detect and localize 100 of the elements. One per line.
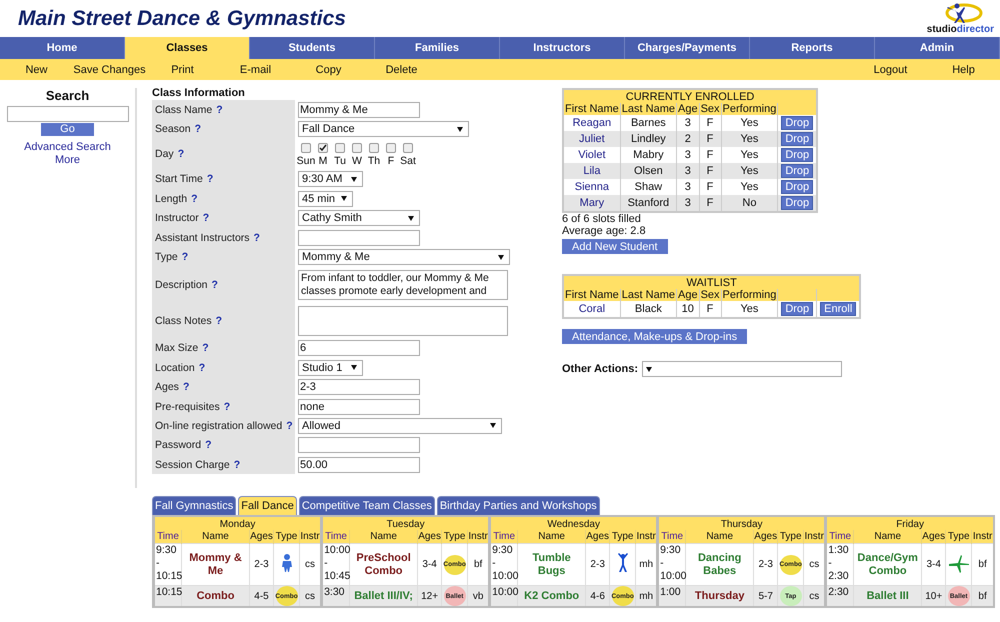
day-checkbox[interactable]: [369, 143, 379, 154]
class-ages: 3-4: [922, 544, 946, 586]
text-field[interactable]: 50.00: [298, 456, 420, 473]
toolbar-link[interactable]: Delete: [365, 64, 438, 76]
row-action-button[interactable]: Drop: [781, 164, 814, 178]
toolbar-link[interactable]: Logout: [854, 64, 927, 76]
dropdown-field[interactable]: Studio 1: [298, 360, 363, 376]
table-cell: 2: [676, 131, 700, 147]
go-button[interactable]: Go: [41, 123, 94, 136]
student-name-link[interactable]: Sienna: [563, 179, 620, 195]
toolbar-link[interactable]: Save Changes: [73, 64, 146, 76]
toddler-figure-icon: [280, 553, 294, 573]
day-checkbox[interactable]: [335, 143, 345, 154]
day-checkbox[interactable]: [301, 143, 311, 154]
text-field[interactable]: 6: [298, 340, 420, 356]
dropdown-field[interactable]: 45 min: [298, 190, 353, 207]
row-action-button[interactable]: Drop: [781, 196, 814, 210]
table-cell: 3: [676, 195, 700, 212]
other-actions-label: Other Actions:: [562, 363, 638, 375]
help-link[interactable]: ?: [254, 232, 260, 244]
class-name-link[interactable]: Mommy & Me: [182, 544, 250, 586]
day-checkbox[interactable]: [352, 143, 362, 154]
help-link[interactable]: ?: [206, 173, 214, 186]
toolbar-link[interactable]: E-mail: [219, 64, 292, 76]
season-tab[interactable]: Competitive Team Classes: [298, 496, 435, 515]
student-name-link[interactable]: Violet: [563, 147, 620, 163]
table-cell: 3: [676, 147, 700, 163]
textarea-field[interactable]: [298, 306, 508, 336]
dropdown-field[interactable]: Allowed: [298, 418, 502, 434]
text-field[interactable]: [298, 437, 420, 454]
class-name-link[interactable]: Dance/Gym Combo: [854, 544, 922, 586]
field-label: Session Charge: [155, 458, 230, 471]
class-instructor: bf: [972, 544, 994, 586]
dropdown-field[interactable]: 9:30 AM: [298, 171, 363, 188]
other-actions-dropdown[interactable]: [642, 361, 842, 377]
dropdown-caret-icon: [351, 365, 357, 370]
add-student-button[interactable]: Add New Student: [562, 239, 668, 254]
class-name-link[interactable]: PreSchool Combo: [350, 544, 418, 586]
class-name-link[interactable]: Tumble Bugs: [518, 544, 586, 586]
help-link[interactable]: ?: [216, 314, 222, 327]
class-name-link[interactable]: Ballet III: [854, 586, 922, 607]
season-tab[interactable]: Birthday Parties and Workshops: [436, 496, 600, 515]
table-cell: F: [699, 131, 722, 147]
toolbar-link[interactable]: Copy: [292, 64, 365, 76]
text-field[interactable]: [298, 230, 420, 246]
row-action-button[interactable]: Drop: [781, 148, 814, 162]
search-link[interactable]: More: [54, 154, 80, 167]
class-instructor: vb: [468, 586, 490, 607]
student-name-link[interactable]: Juliet: [563, 131, 620, 147]
help-link[interactable]: ?: [202, 212, 210, 224]
search-title: Search: [46, 88, 90, 103]
day-checkbox[interactable]: [386, 143, 396, 154]
toolbar-link[interactable]: New: [0, 64, 73, 76]
dropdown-field[interactable]: Mommy & Me: [298, 249, 510, 266]
help-link[interactable]: ?: [286, 420, 293, 432]
help-link[interactable]: ?: [182, 381, 190, 394]
class-name-link[interactable]: Dancing Babes: [686, 544, 754, 586]
day-label: Tu: [334, 155, 346, 168]
help-link[interactable]: ?: [205, 439, 212, 452]
help-link[interactable]: ?: [178, 148, 184, 160]
row-action-button[interactable]: Drop: [781, 132, 814, 146]
student-name-link[interactable]: Coral: [563, 301, 620, 318]
day-checkbox[interactable]: [403, 143, 413, 154]
help-link[interactable]: ?: [198, 362, 206, 374]
help-link[interactable]: ?: [191, 192, 198, 205]
toolbar-link[interactable]: Help: [927, 64, 1000, 76]
help-link[interactable]: ?: [216, 104, 223, 116]
season-tab[interactable]: Fall Gymnastics: [152, 496, 236, 515]
season-tab[interactable]: Fall Dance: [238, 496, 297, 515]
row-action-button[interactable]: Drop: [781, 116, 814, 130]
help-link[interactable]: ?: [182, 251, 188, 264]
table-cell: Yes: [721, 301, 778, 318]
student-name-link[interactable]: Reagan: [563, 115, 620, 131]
help-link[interactable]: ?: [212, 278, 218, 291]
class-name-link[interactable]: Combo: [182, 586, 250, 607]
row-action-button[interactable]: Drop: [781, 180, 814, 194]
class-name-link[interactable]: Thursday: [686, 586, 754, 607]
search-link[interactable]: Advanced Search: [24, 141, 111, 154]
row-action-button[interactable]: Enroll: [820, 302, 856, 316]
student-name-link[interactable]: Mary: [563, 195, 620, 212]
help-link[interactable]: ?: [194, 123, 202, 136]
help-link[interactable]: ?: [234, 458, 240, 471]
attendance-button[interactable]: Attendance, Make-ups & Drop-ins: [562, 329, 748, 344]
day-checkbox[interactable]: [318, 143, 328, 154]
text-field[interactable]: 2-3: [298, 379, 420, 396]
help-link[interactable]: ?: [224, 400, 230, 413]
textarea-field[interactable]: From infant to toddler, our Mommy & Me classes promote early development and: [298, 270, 508, 300]
class-time: 9:30 - 10:15: [154, 544, 182, 586]
search-field[interactable]: [6, 106, 128, 122]
class-name-link[interactable]: K2 Combo: [518, 586, 586, 607]
help-link[interactable]: ?: [202, 342, 209, 354]
row-action-button[interactable]: Drop: [781, 302, 814, 316]
dropdown-field[interactable]: Fall Dance: [298, 121, 469, 138]
text-field[interactable]: Mommy & Me: [298, 102, 420, 118]
text-field[interactable]: none: [298, 398, 420, 415]
nav-tab[interactable]: Classes: [125, 37, 250, 59]
toolbar-link[interactable]: Print: [146, 64, 219, 76]
class-name-link[interactable]: Ballet III/IV;: [350, 586, 418, 607]
student-name-link[interactable]: Lila: [563, 163, 620, 179]
dropdown-field[interactable]: Cathy Smith: [298, 210, 420, 226]
